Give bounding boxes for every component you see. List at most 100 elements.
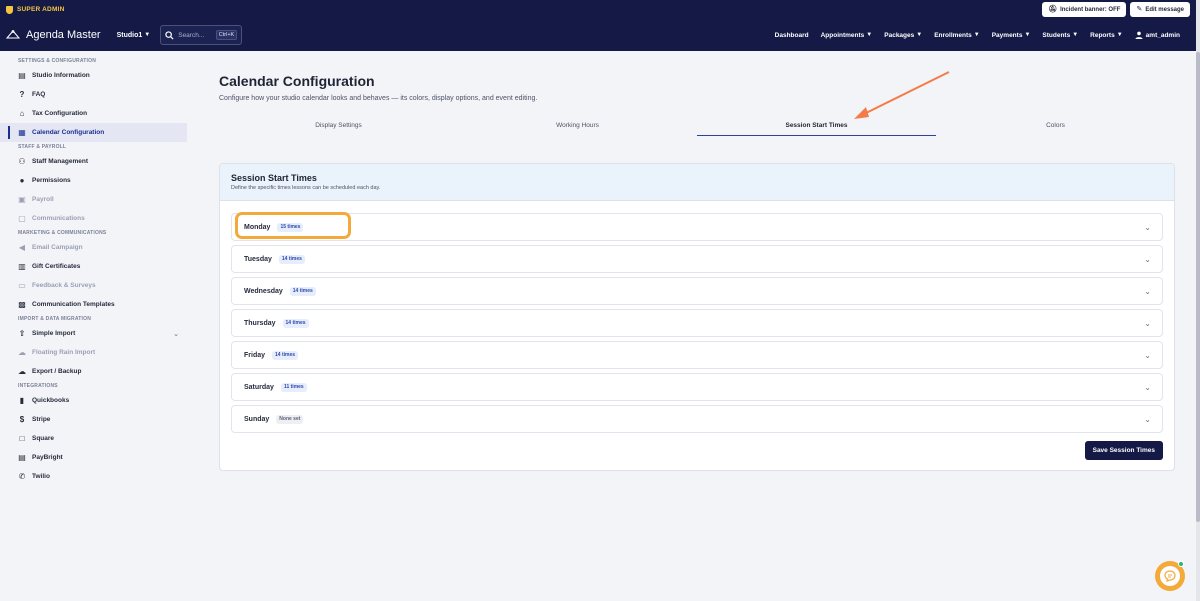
calendar-icon: ▦ — [18, 128, 26, 137]
cloud-download-icon: ☁ — [18, 367, 26, 376]
caret-down-icon: ▼ — [866, 32, 873, 38]
pencil-icon: ✎ — [1136, 6, 1143, 13]
chevron-down-icon[interactable]: ⌄ — [1144, 319, 1151, 328]
day-row-thursday[interactable]: Thursday 14 times ⌄ — [231, 309, 1163, 337]
times-count-badge: 14 times — [272, 350, 299, 360]
nav-packages[interactable]: Packages ▼ — [884, 32, 922, 39]
save-session-times-button[interactable]: Save Session Times — [1084, 441, 1163, 460]
day-row-wednesday[interactable]: Wednesday 14 times ⌄ — [231, 277, 1163, 305]
nav-appointments[interactable]: Appointments ▼ — [821, 32, 873, 39]
day-name: Wednesday — [244, 287, 283, 295]
sidebar-item-permissions[interactable]: ● Permissions — [0, 171, 187, 190]
tab-bar: Display Settings Working Hours Session Sta… — [219, 121, 1175, 136]
studio-selector[interactable]: Studio1 ▼ — [117, 32, 151, 39]
user-icon — [1135, 31, 1143, 39]
sidebar-item-tax-configuration[interactable]: ⌂ Tax Configuration — [0, 104, 187, 123]
search-input[interactable] — [178, 31, 211, 39]
sidebar-item-communications[interactable]: ▢ Communications — [0, 209, 187, 228]
day-name: Sunday — [244, 415, 270, 423]
chevron-down-icon[interactable]: ⌄ — [1144, 255, 1151, 264]
times-count-badge: 14 times — [289, 286, 316, 296]
edit-message-button[interactable]: ✎ Edit message — [1130, 2, 1190, 17]
chevron-down-icon[interactable]: ⌄ — [1144, 383, 1151, 392]
sidebar-section-title: MARKETING & COMMUNICATIONS — [18, 230, 107, 236]
chevron-down-icon[interactable]: ⌄ — [1144, 351, 1151, 360]
gift-icon: ▥ — [18, 262, 26, 271]
brand[interactable]: Agenda Master — [6, 29, 101, 41]
user-menu[interactable]: amt_admin — [1135, 31, 1180, 39]
search-box[interactable]: Ctrl+K — [160, 25, 243, 45]
times-count-badge: None set — [276, 414, 304, 424]
nav-dashboard[interactable]: Dashboard — [775, 32, 809, 39]
sidebar-section-title: SETTINGS & CONFIGURATION — [18, 58, 97, 64]
sidebar-item-payroll[interactable]: ▣ Payroll — [0, 190, 187, 209]
printer-icon: ▤ — [18, 453, 26, 462]
sidebar-item-square[interactable]: □ Square — [0, 429, 187, 448]
tab-session-start-times[interactable]: Session Start Times — [697, 121, 936, 136]
sidebar-item-studio-information[interactable]: ▤ Studio Information — [0, 66, 187, 85]
megaphone-icon: ◀ — [18, 243, 26, 252]
day-row-monday[interactable]: Monday 15 times ⌄ — [231, 212, 1163, 241]
scrollbar-thumb[interactable] — [1196, 52, 1200, 522]
caret-down-icon: ▼ — [916, 32, 923, 38]
tab-working-hours[interactable]: Working Hours — [458, 121, 697, 136]
sidebar-item-faq[interactable]: ? FAQ — [0, 85, 187, 104]
nav-menu: Dashboard Appointments ▼ Packages ▼ Enrollmen… — [775, 31, 1190, 39]
online-status-dot — [1178, 561, 1184, 567]
panel-description: Define the specific times lessons can be… — [231, 185, 381, 191]
sidebar-section-title: IMPORT & DATA MIGRATION — [18, 316, 92, 322]
super-admin-label: SUPER ADMIN — [6, 5, 64, 14]
chat-widget-button[interactable] — [1155, 561, 1185, 591]
caret-down-icon: ▼ — [1116, 32, 1123, 38]
sidebar-item-export-backup[interactable]: ☁ Export / Backup — [0, 362, 187, 381]
day-name: Tuesday — [244, 255, 272, 263]
templates-icon: ▩ — [18, 300, 26, 309]
tab-colors[interactable]: Colors — [936, 121, 1175, 136]
sidebar-item-stripe[interactable]: $ Stripe — [0, 410, 187, 429]
feedback-icon: ▭ — [18, 281, 26, 290]
shield-icon — [6, 5, 13, 14]
sidebar-item-floating-rain-import[interactable]: ☁ Floating Rain Import — [0, 343, 187, 362]
upload-icon: ⇧ — [18, 329, 26, 338]
nav-reports[interactable]: Reports ▼ — [1090, 32, 1123, 39]
session-start-times-panel: Session Start Times Define the specific … — [219, 163, 1175, 471]
sidebar-item-paybright[interactable]: ▤ PayBright — [0, 448, 187, 467]
day-name: Friday — [244, 351, 266, 359]
day-name: Saturday — [244, 383, 274, 391]
sidebar-item-communication-templates[interactable]: ▩ Communication Templates — [0, 295, 187, 314]
nav-payments[interactable]: Payments ▼ — [992, 32, 1031, 39]
day-row-sunday[interactable]: Sunday None set ⌄ — [231, 405, 1163, 433]
bell-off-icon: 🔕︎ — [1048, 6, 1058, 13]
panel-header: Session Start Times Define the specific … — [220, 164, 1174, 201]
sidebar: SETTINGS & CONFIGURATION ▤ Studio Informat… — [0, 51, 187, 601]
day-list: Monday 15 times ⌄ Tuesday 14 times ⌄ Wednesday… — [220, 201, 1174, 433]
square-icon: □ — [19, 434, 25, 443]
main-nav: Agenda Master Studio1 ▼ Ctrl+K Dashboard… — [0, 19, 1196, 51]
highlight-ring — [235, 212, 351, 239]
incident-banner-button[interactable]: 🔕︎ Incident banner: OFF — [1042, 2, 1127, 17]
sidebar-item-gift-certificates[interactable]: ▥ Gift Certificates — [0, 257, 187, 276]
search-icon — [165, 30, 174, 40]
sidebar-item-quickbooks[interactable]: ▮ Quickbooks — [0, 391, 187, 410]
tab-display-settings[interactable]: Display Settings — [219, 121, 458, 136]
chevron-down-icon[interactable]: ⌄ — [1144, 415, 1151, 424]
sidebar-item-staff-management[interactable]: ⚇ Staff Management — [0, 152, 187, 171]
caret-down-icon: ▼ — [144, 32, 151, 38]
caret-down-icon: ▼ — [1024, 32, 1031, 38]
sidebar-item-calendar-configuration[interactable]: ▦ Calendar Configuration — [0, 123, 187, 142]
page-scrollbar[interactable] — [1196, 0, 1200, 601]
nav-students[interactable]: Students ▼ — [1042, 32, 1078, 39]
sidebar-item-twilio[interactable]: ✆ Twilio — [0, 467, 187, 486]
sidebar-item-email-campaign[interactable]: ◀ Email Campaign — [0, 238, 187, 257]
day-row-friday[interactable]: Friday 14 times ⌄ — [231, 341, 1163, 369]
day-row-saturday[interactable]: Saturday 11 times ⌄ — [231, 373, 1163, 401]
chevron-down-icon[interactable]: ⌄ — [1144, 223, 1151, 232]
sidebar-item-feedback-surveys[interactable]: ▭ Feedback & Surveys — [0, 276, 187, 295]
nav-enrollments[interactable]: Enrollments ▼ — [934, 32, 980, 39]
chevron-down-icon[interactable]: ⌄ — [1144, 287, 1151, 296]
page-subtitle: Configure how your studio calendar looks… — [219, 95, 538, 102]
document-icon: ▮ — [19, 396, 25, 405]
caret-down-icon: ▼ — [1072, 32, 1079, 38]
sidebar-item-simple-import[interactable]: ⇧ Simple Import ⌄ — [0, 324, 187, 343]
day-row-tuesday[interactable]: Tuesday 14 times ⌄ — [231, 245, 1163, 273]
